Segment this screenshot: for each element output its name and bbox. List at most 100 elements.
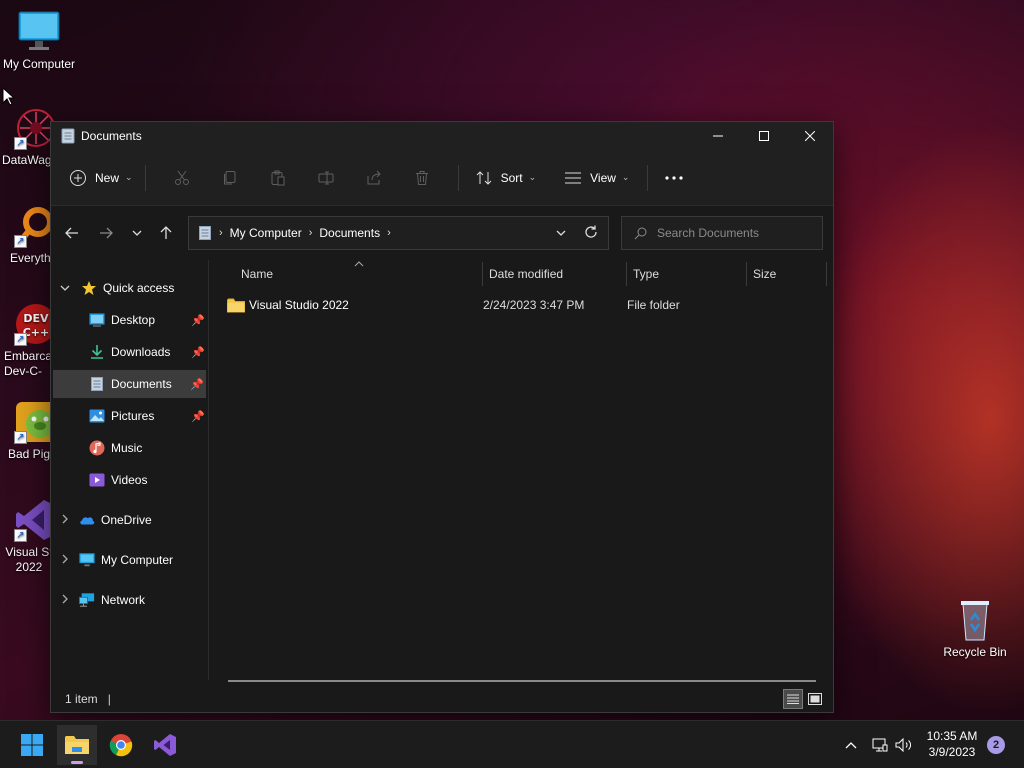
svg-text:DEV: DEV [23,312,49,325]
recycle-bin-icon [953,598,997,642]
start-button[interactable] [12,725,52,765]
search-icon [634,227,647,239]
show-hidden-icons-button[interactable] [840,741,862,749]
desktop-icon-label: Embarca Dev-C- [4,349,53,378]
expanded-chevron-icon[interactable] [60,283,70,294]
search-input[interactable] [657,226,807,240]
column-header-name[interactable]: Name [241,260,273,288]
shortcut-arrow-icon: ↗ [14,529,27,542]
desktop-icon-label: My Computer [2,57,76,71]
nav-item-label: Videos [111,473,148,487]
view-button[interactable]: View ⌄ [564,171,629,185]
nav-item-videos[interactable]: Videos [51,466,207,494]
recent-locations-button[interactable] [121,217,153,249]
collapsed-chevron-icon[interactable] [62,554,68,567]
desktop-icon-label: Visual St 2022 [5,545,53,574]
more-options-button[interactable] [662,175,686,180]
nav-quick-access[interactable]: Quick access [51,274,207,302]
nav-item-label: Quick access [103,281,175,295]
horizontal-scrollbar[interactable] [228,680,816,682]
collapsed-chevron-icon[interactable] [62,594,68,607]
breadcrumb-separator-icon: › [387,227,391,239]
back-button[interactable] [56,217,88,249]
chevron-down-icon: ⌄ [125,172,133,182]
nav-item-desktop[interactable]: Desktop 📌 [51,306,207,334]
details-view-button[interactable] [783,689,803,709]
title-bar[interactable]: Documents [51,122,833,150]
column-header-date-modified[interactable]: Date modified [489,260,563,288]
network-status-button[interactable] [868,738,892,752]
copy-button[interactable] [206,162,254,194]
monitor-icon [17,10,61,54]
copy-icon [223,170,236,184]
taskbar-clock[interactable]: 10:35 AM 3/9/2023 [918,728,986,760]
toolbar-divider [647,164,649,191]
paste-icon [271,170,285,185]
paste-button[interactable] [254,162,302,194]
toolbar-divider [457,164,459,191]
maximize-button[interactable] [741,122,787,150]
notification-badge[interactable]: 2 [987,736,1005,754]
folder-icon [227,298,245,312]
chevron-down-icon: ⌄ [528,172,537,182]
breadcrumb-my-computer[interactable]: My Computer [230,226,302,240]
nav-item-network[interactable]: Network [51,586,207,614]
pin-icon[interactable]: 📌 [191,346,205,359]
large-icons-view-button[interactable] [805,689,825,709]
refresh-button[interactable] [584,225,598,242]
nav-item-my-computer[interactable]: My Computer [51,546,207,574]
file-type: File folder [627,298,680,312]
nav-item-label: OneDrive [101,513,152,527]
pin-icon[interactable]: 📌 [191,410,205,423]
table-row[interactable]: Visual Studio 2022 2/24/2023 3:47 PM Fil… [227,294,827,316]
pin-icon[interactable]: 📌 [190,378,204,391]
chevron-down-icon: ⌄ [621,172,630,182]
nav-item-onedrive[interactable]: OneDrive [51,506,207,534]
volume-icon [895,738,911,752]
sort-button[interactable]: Sort ⌄ [475,170,537,186]
nav-item-pictures[interactable]: Pictures 📌 [51,402,207,430]
column-divider[interactable] [746,262,747,286]
taskbar: 10:35 AM 3/9/2023 2 [0,720,1024,768]
column-divider[interactable] [826,262,827,286]
toolbar-divider [144,164,146,191]
collapsed-chevron-icon[interactable] [62,514,68,527]
column-divider[interactable] [482,262,483,286]
music-folder-icon [89,440,105,456]
taskbar-chrome[interactable] [101,725,141,765]
minimize-button[interactable] [695,122,741,150]
volume-button[interactable] [892,738,916,752]
network-status-icon [872,738,888,752]
column-header-type[interactable]: Type [633,260,659,288]
pin-icon[interactable]: 📌 [191,314,205,327]
file-name: Visual Studio 2022 [249,298,349,312]
delete-button[interactable] [398,162,446,194]
address-bar[interactable]: › My Computer › Documents › [188,216,609,250]
taskbar-file-explorer[interactable] [57,725,97,765]
taskbar-visual-studio[interactable] [145,725,185,765]
mouse-cursor-icon [2,87,14,106]
new-button[interactable]: New ⌄ [69,169,133,187]
breadcrumb-documents[interactable]: Documents [319,226,380,240]
share-button[interactable] [350,162,398,194]
column-header-size[interactable]: Size [753,260,776,288]
nav-item-downloads[interactable]: Downloads 📌 [51,338,207,366]
search-box[interactable] [621,216,823,250]
up-button[interactable] [150,217,182,249]
file-explorer-window: Documents New ⌄ Sort ⌄ View ⌄ › My Compu… [50,121,834,713]
nav-item-music[interactable]: Music [51,434,207,462]
forward-button[interactable] [90,217,122,249]
address-history-dropdown[interactable] [556,225,566,239]
nav-item-documents[interactable]: Documents 📌 [53,370,206,398]
desktop-icon-my-computer[interactable]: My Computer [0,10,78,72]
address-row: › My Computer › Documents › [51,206,833,260]
details-view-icon [787,694,799,704]
close-icon [805,131,815,141]
more-icon [665,175,684,180]
desktop-icon-recycle-bin[interactable]: Recycle Bin [936,598,1014,660]
cut-button[interactable] [158,162,206,194]
rename-button[interactable] [302,162,350,194]
column-divider[interactable] [626,262,627,286]
close-button[interactable] [787,122,833,150]
chevron-down-icon [556,230,566,236]
